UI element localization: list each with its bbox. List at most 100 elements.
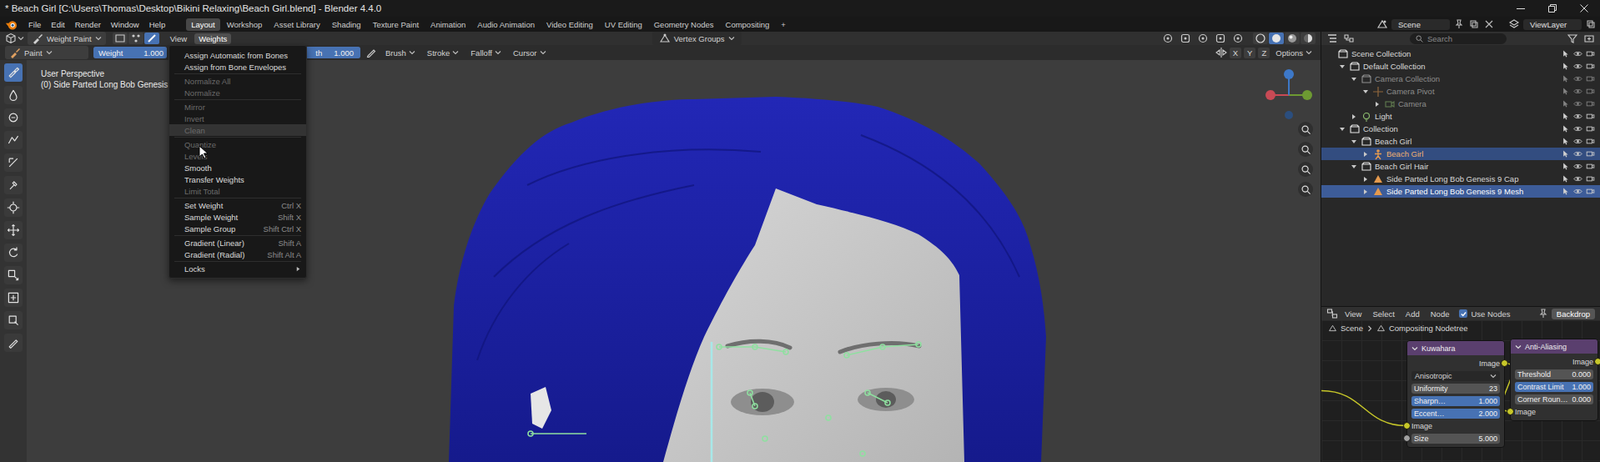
selectable-icon[interactable] (1560, 111, 1570, 121)
node-value-field[interactable]: Size5.000 (1411, 433, 1500, 444)
render-camera-icon[interactable] (1585, 111, 1595, 121)
outliner-row[interactable]: Camera (1321, 97, 1600, 111)
tool-button[interactable] (4, 221, 23, 240)
eye-icon[interactable] (1573, 61, 1583, 71)
eye-icon[interactable] (1573, 86, 1583, 96)
eye-icon[interactable] (1573, 49, 1583, 59)
compositor-node[interactable]: KuwaharaImageAnisotropicUniformity23Shar… (1406, 340, 1505, 448)
remove-scene-icon[interactable] (1483, 18, 1495, 31)
tool-button[interactable] (4, 266, 23, 285)
selectable-icon[interactable] (1560, 49, 1570, 59)
overlay-icon[interactable] (1214, 32, 1227, 45)
render-camera-icon[interactable] (1585, 86, 1595, 96)
outliner-editor-icon[interactable] (1326, 32, 1339, 45)
outliner-row[interactable]: Camera Pivot (1321, 85, 1600, 98)
object-types-icon[interactable] (1162, 32, 1174, 45)
output-socket[interactable] (1500, 359, 1509, 368)
weights-menu-item[interactable]: Smooth (169, 161, 307, 174)
expand-toggle[interactable] (1361, 150, 1370, 159)
gizmo-icon[interactable] (1197, 32, 1209, 45)
tool-popover[interactable]: Stroke (423, 47, 463, 59)
vertex-groups-dropdown[interactable]: Vertex Groups (652, 31, 742, 46)
weights-menu-item[interactable]: Levels (169, 150, 307, 162)
menu-item[interactable]: Render (70, 19, 106, 31)
outliner-row[interactable]: Beach Girl Hair (1321, 160, 1600, 173)
weights-menu-item[interactable]: Normalize (169, 86, 307, 99)
render-camera-icon[interactable] (1585, 186, 1595, 197)
workspace-tab[interactable]: Layout (186, 18, 221, 31)
tool-button[interactable] (4, 198, 23, 217)
selectable-icon[interactable] (1560, 61, 1570, 71)
tool-button[interactable] (4, 288, 23, 307)
eye-icon[interactable] (1573, 111, 1583, 121)
workspace-tab[interactable]: Compositing (720, 18, 775, 31)
face-mask-icon[interactable] (112, 32, 128, 45)
selectable-icon[interactable] (1560, 74, 1570, 84)
tool-button[interactable] (4, 176, 23, 195)
shading-button[interactable] (1284, 32, 1300, 45)
render-camera-icon[interactable] (1585, 124, 1595, 134)
tool-button[interactable] (4, 108, 23, 127)
workspace-tab[interactable]: Shading (327, 18, 367, 31)
visibility-icon[interactable] (1179, 32, 1192, 45)
node-header[interactable]: Anti-Aliasing (1510, 339, 1598, 354)
navigation-button[interactable] (1298, 141, 1314, 157)
tool-popover[interactable]: Falloff (467, 47, 505, 59)
node-editor-menu[interactable]: Select (1368, 308, 1399, 320)
brush-mode-dropdown[interactable]: Paint (5, 45, 89, 60)
input-socket[interactable] (1403, 434, 1411, 443)
weights-menu-item[interactable]: Assign Automatic from Bones (169, 49, 307, 61)
compositor-node[interactable]: Anti-AliasingImageThreshold0.000Contrast… (1509, 338, 1599, 422)
tool-button[interactable] (4, 63, 23, 82)
node-value-field[interactable]: Eccent…2.000 (1411, 408, 1500, 419)
xray-icon[interactable] (1232, 32, 1244, 45)
weights-menu-item[interactable]: Locks (169, 262, 307, 275)
editor-type-button[interactable] (5, 32, 25, 45)
navigation-button[interactable] (1298, 161, 1314, 177)
display-mode-icon[interactable] (1343, 32, 1355, 45)
eye-icon[interactable] (1573, 161, 1583, 172)
node-header[interactable]: Kuwahara (1407, 341, 1505, 356)
new-view-layer-icon[interactable] (1584, 18, 1597, 31)
expand-toggle[interactable] (1326, 50, 1335, 59)
workspace-tab[interactable]: Asset Library (268, 18, 325, 31)
input-socket[interactable] (1506, 407, 1515, 416)
eye-icon[interactable] (1573, 186, 1583, 197)
add-workspace-button[interactable]: + (775, 18, 791, 31)
close-button[interactable] (1568, 0, 1600, 17)
node-value-field[interactable]: Corner Roun…0.000 (1514, 394, 1594, 405)
tool-popover[interactable]: Brush (382, 47, 419, 59)
eye-icon[interactable] (1573, 149, 1583, 159)
collapse-node-icon[interactable] (1411, 345, 1419, 353)
minimize-button[interactable] (1504, 0, 1537, 17)
weights-menu-item[interactable]: Assign from Bone Envelopes (169, 60, 307, 73)
expand-toggle[interactable] (1361, 175, 1370, 184)
render-camera-icon[interactable] (1585, 174, 1595, 184)
expand-toggle[interactable] (1349, 75, 1359, 84)
tool-button[interactable] (4, 153, 23, 172)
workspace-tab[interactable]: Texture Paint (367, 18, 424, 31)
outliner-row[interactable]: Default Collection (1321, 60, 1600, 73)
render-camera-icon[interactable] (1585, 149, 1595, 159)
mirror-axis-button[interactable]: X (1229, 47, 1242, 59)
node-editor-menu[interactable]: Node (1426, 308, 1455, 320)
workspace-tab[interactable]: Animation (425, 18, 471, 31)
weights-menu-item[interactable]: Limit Total (169, 185, 307, 197)
mode-dropdown[interactable]: Weight Paint (27, 31, 106, 46)
workspace-tab[interactable]: Audio Animation (472, 18, 540, 31)
tool-button[interactable] (4, 243, 23, 262)
output-socket[interactable] (1594, 357, 1600, 366)
render-camera-icon[interactable] (1585, 136, 1595, 146)
node-value-field[interactable]: Threshold0.000 (1514, 369, 1594, 380)
expand-toggle[interactable] (1349, 112, 1359, 121)
node-value-field[interactable]: Sharpn…1.000 (1411, 396, 1500, 407)
scene-selector[interactable]: Scene (1391, 19, 1450, 31)
tool-button[interactable] (4, 311, 23, 330)
outliner-row[interactable]: Camera Collection (1321, 72, 1600, 86)
weights-menu-item[interactable]: Transfer Weights (169, 173, 307, 186)
weights-menu-item[interactable]: Quantize (169, 138, 307, 151)
use-nodes-checkbox[interactable]: Use Nodes (1459, 309, 1510, 319)
selectable-icon[interactable] (1560, 161, 1570, 172)
eye-icon[interactable] (1573, 99, 1583, 109)
eye-icon[interactable] (1573, 124, 1583, 134)
